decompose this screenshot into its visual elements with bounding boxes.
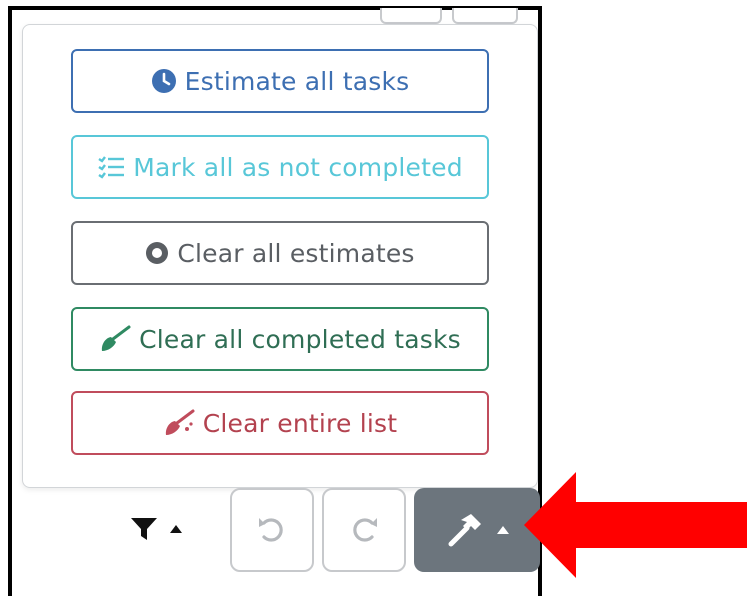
broom-icon [165,409,195,435]
panel-frame: Estimate all tasks Mark all as not compl… [8,6,542,596]
hammer-icon [448,514,481,547]
top-button-partial[interactable] [380,8,442,24]
red-arrow-annotation [524,472,747,578]
clear-all-completed-tasks-button[interactable]: Clear all completed tasks [71,307,489,371]
clear-all-estimates-button[interactable]: Clear all estimates [71,221,489,285]
list-icon [98,156,125,179]
clock-icon [151,69,176,93]
mark-all-not-completed-button[interactable]: Mark all as not completed [71,135,489,199]
tools-dropdown-menu: Estimate all tasks Mark all as not compl… [22,24,538,488]
clear-entire-list-button[interactable]: Clear entire list [71,391,489,455]
caret-up-icon [170,525,182,533]
caret-up-icon [497,526,509,534]
clear-all-completed-tasks-label: Clear all completed tasks [139,324,461,354]
estimate-all-tasks-button[interactable]: Estimate all tasks [71,49,489,113]
circle-icon [146,242,169,264]
broom-icon [101,325,131,351]
filter-dropdown-button[interactable] [114,504,198,554]
clear-entire-list-label: Clear entire list [202,408,398,438]
mark-all-not-completed-label: Mark all as not completed [133,152,463,182]
clear-all-estimates-label: Clear all estimates [177,238,415,268]
top-button-partial[interactable] [452,8,518,24]
estimate-all-tasks-label: Estimate all tasks [184,66,410,96]
undo-icon [259,518,283,542]
redo-icon [353,518,377,542]
filter-icon [131,518,157,540]
undo-button[interactable] [230,488,314,572]
redo-button[interactable] [322,488,406,572]
